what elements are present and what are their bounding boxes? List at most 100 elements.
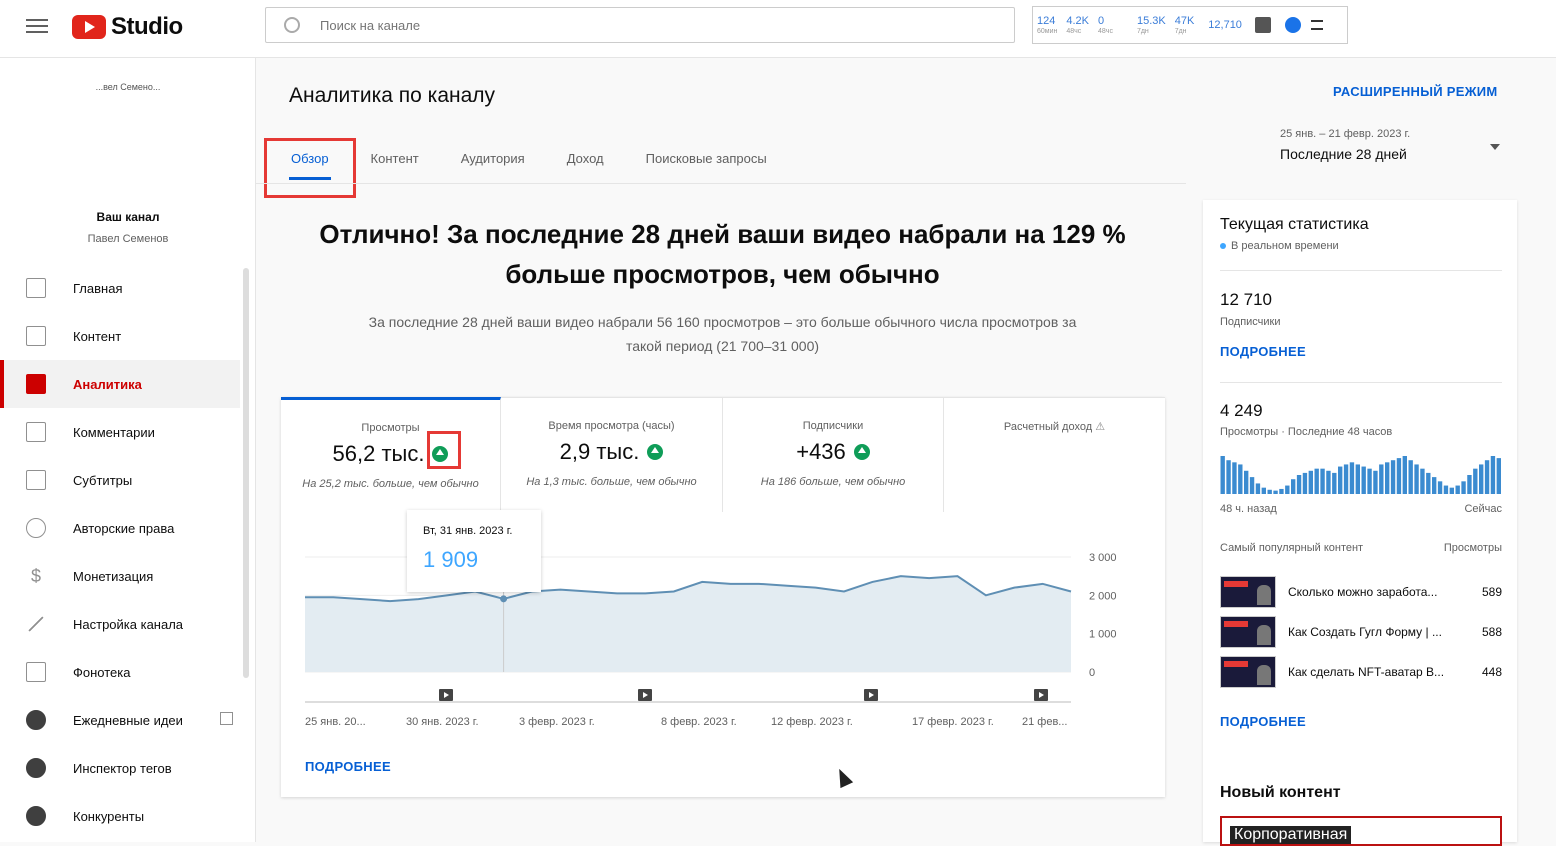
advanced-mode-link[interactable]: РАСШИРЕННЫЙ РЕЖИМ: [1333, 84, 1498, 99]
x-tick-label: 25 янв. 20...: [305, 716, 366, 728]
search-box[interactable]: [265, 7, 1015, 43]
vidiq-icon: [26, 758, 46, 778]
realtime-histogram[interactable]: [1220, 454, 1502, 494]
dashboard-icon: [26, 278, 46, 298]
date-range-selector[interactable]: 25 янв. – 21 февр. 2023 г. Последние 28 …: [1280, 128, 1502, 162]
sidebar-item-audio-library[interactable]: Фонотека: [0, 648, 240, 696]
list-icon[interactable]: [1310, 20, 1323, 30]
histogram-bar: [1349, 462, 1355, 494]
ext-stat: 0 48чс: [1098, 14, 1113, 35]
histogram-bar: [1473, 468, 1478, 494]
studio-logo[interactable]: Studio: [72, 13, 183, 41]
histogram-bar: [1343, 464, 1349, 494]
video-thumbnail: [1220, 576, 1276, 608]
video-title: Сколько можно заработа...: [1288, 585, 1438, 599]
sidebar-item-analytics[interactable]: Аналитика: [0, 360, 240, 408]
more-link[interactable]: ПОДРОБНЕЕ: [1220, 344, 1306, 359]
menu-icon[interactable]: [26, 15, 48, 37]
top-video-row[interactable]: Сколько можно заработа... 589: [1220, 576, 1502, 608]
histogram-bar: [1220, 456, 1225, 494]
chart-icon[interactable]: [1254, 17, 1271, 33]
top-video-row[interactable]: Как Создать Гугл Форму | ... 588: [1220, 616, 1502, 648]
histogram-bar: [1355, 464, 1360, 494]
y-tick-label: 2 000: [1089, 590, 1117, 602]
new-content-title: Новый контент: [1220, 784, 1341, 801]
sidebar-item-competitors[interactable]: Конкуренты: [0, 792, 240, 840]
histogram-bar: [1279, 488, 1284, 494]
sidebar-item-tag-inspector[interactable]: Инспектор тегов: [0, 744, 240, 792]
histogram-bar: [1379, 464, 1384, 494]
sidebar-item-copyright[interactable]: Авторские права: [0, 504, 240, 552]
x-tick-label: 21 фев...: [1022, 716, 1067, 728]
highlight-box: [427, 431, 461, 469]
highlight-box: [264, 138, 356, 198]
copyright-icon: [26, 518, 46, 538]
x-tick-label: 3 февр. 2023 г.: [519, 716, 595, 728]
histogram-bar: [1373, 470, 1378, 494]
more-link[interactable]: ПОДРОБНЕЕ: [1220, 714, 1306, 729]
subtitles-icon: [26, 470, 46, 490]
histogram-bar: [1420, 468, 1425, 494]
histogram-bar: [1261, 487, 1266, 494]
tooltip-value: 1 909: [423, 547, 479, 572]
sidebar-item-comments[interactable]: Комментарии: [0, 408, 240, 456]
video-thumbnail: [1220, 656, 1276, 688]
top-content-label: Самый популярный контент: [1220, 542, 1364, 554]
metric-subscribers[interactable]: Подписчики +436 На 186 больше, чем обычн…: [723, 397, 944, 512]
divider: [1220, 270, 1502, 271]
video-views: 588: [1481, 625, 1502, 639]
video-thumbnail: [1220, 616, 1276, 648]
chevron-down-icon: [1490, 144, 1500, 150]
tab-audience[interactable]: Аудитория: [440, 140, 546, 180]
metric-watch-time[interactable]: Время просмотра (часы) 2,9 тыс. На 1,3 т…: [501, 397, 723, 512]
chart-tooltip: Вт, 31 янв. 2023 г. 1 909: [407, 510, 541, 592]
metric-note: На 186 больше, чем обычно: [760, 476, 906, 488]
histogram-bar: [1479, 464, 1484, 494]
subscribers-label: Подписчики: [1220, 316, 1281, 328]
sidebar-item-dashboard[interactable]: Главная: [0, 264, 240, 312]
channel-avatar-label: ...вел Семено...: [95, 82, 161, 92]
sidebar-scrollbar[interactable]: [243, 268, 249, 678]
search-input[interactable]: [320, 17, 920, 33]
sidebar-item-monetization[interactable]: $ Монетизация: [0, 552, 240, 600]
histogram-bar: [1226, 460, 1231, 494]
metric-value: 2,9 тыс.: [559, 439, 640, 464]
vidiq-stats-bar[interactable]: 124 60мин 4.2K 48чс 0 48чс 15.3K 7дн 47K 7дн …: [1032, 6, 1348, 44]
histogram-bar: [1367, 468, 1372, 494]
histogram-bar: [1426, 472, 1431, 494]
realtime-panel: Текущая статистика В реальном времени 12…: [1203, 200, 1517, 846]
metric-label: Время просмотра (часы): [548, 420, 675, 432]
chart-point: [500, 595, 508, 603]
histogram-bar: [1496, 458, 1501, 494]
histogram-bar: [1332, 472, 1337, 494]
histogram-bar: [1461, 481, 1466, 494]
vidiq-icon: [26, 806, 46, 826]
metric-note: На 1,3 тыс. больше, чем обычно: [526, 476, 697, 488]
histogram-bar: [1291, 479, 1296, 494]
sidebar-item-subtitles[interactable]: Субтитры: [0, 456, 240, 504]
tab-revenue[interactable]: Доход: [546, 140, 625, 180]
vidiq-icon[interactable]: [1284, 17, 1301, 33]
x-tick-label: 17 февр. 2023 г.: [912, 716, 994, 728]
comments-icon: [26, 422, 46, 442]
top-video-row[interactable]: Как сделать NFT-аватар В... 448: [1220, 656, 1502, 688]
sidebar-item-content[interactable]: Контент: [0, 312, 240, 360]
metric-revenue[interactable]: Расчетный доход ⚠: [944, 397, 1165, 512]
metric-views[interactable]: Просмотры 56,2 тыс. На 25,2 тыс. больше,…: [281, 397, 501, 512]
sidebar-item-daily-ideas[interactable]: Ежедневные идеи: [0, 696, 240, 744]
realtime-views-label: Просмотры · Последние 48 часов: [1220, 426, 1393, 438]
tab-search-queries[interactable]: Поисковые запросы: [625, 140, 788, 180]
vidiq-icon: [26, 710, 46, 730]
histogram-bar: [1437, 481, 1443, 494]
histogram-bar: [1432, 477, 1437, 494]
realtime-title: Текущая статистика: [1220, 216, 1369, 233]
more-link[interactable]: ПОДРОБНЕЕ: [305, 759, 391, 774]
analytics-icon: [26, 374, 46, 394]
realtime-views-count: 4 249: [1220, 401, 1263, 420]
x-tick-label: 8 февр. 2023 г.: [661, 716, 737, 728]
tab-content[interactable]: Контент: [350, 140, 440, 180]
warning-icon: ⚠: [1095, 421, 1106, 433]
histogram-bar: [1267, 489, 1272, 494]
sidebar-item-customization[interactable]: Настройка канала: [0, 600, 240, 648]
metric-note: На 25,2 тыс. больше, чем обычно: [302, 478, 479, 490]
